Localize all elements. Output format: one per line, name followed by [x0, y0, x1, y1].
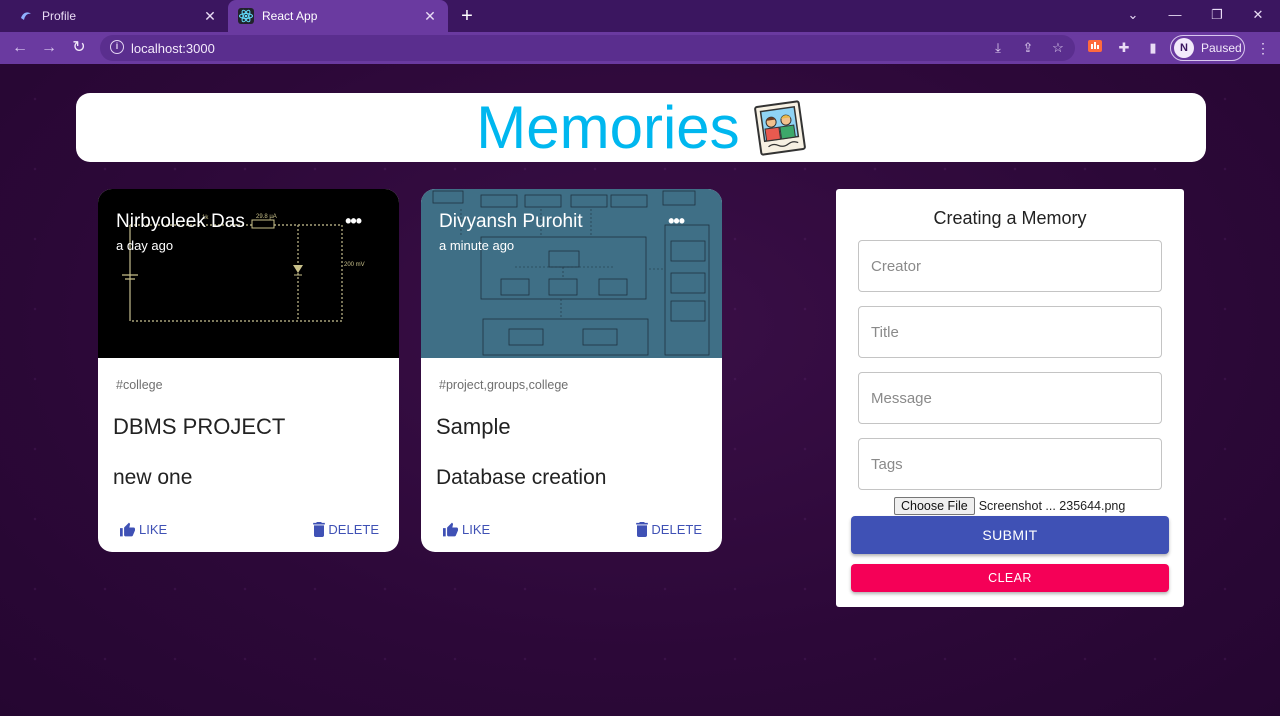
tags-input[interactable]	[859, 439, 1161, 489]
post-creator: Nirbyoleek Das	[116, 211, 245, 232]
delete-label: DELETE	[328, 522, 379, 537]
choose-file-button[interactable]: Choose File	[894, 497, 975, 515]
profile-favicon-icon	[18, 8, 34, 24]
tab-strip: Profile ✕ React App ✕ + ⌄ — ❐ ✕	[0, 0, 1280, 32]
close-window-button[interactable]: ✕	[1238, 0, 1278, 32]
svg-text:29.8 µA: 29.8 µA	[256, 214, 277, 220]
minimize-button[interactable]: —	[1155, 0, 1195, 32]
more-options-icon[interactable]: •••	[345, 211, 362, 232]
page-title: Memories	[476, 94, 740, 161]
delete-label: DELETE	[651, 522, 702, 537]
side-panel-icon[interactable]: ▮	[1143, 38, 1163, 58]
delete-button[interactable]: DELETE	[313, 522, 379, 537]
new-tab-button[interactable]: +	[456, 5, 478, 27]
post-tags: #project,groups,college	[439, 378, 569, 392]
like-label: LIKE	[139, 522, 168, 537]
post-creator: Divyansh Purohit	[439, 211, 583, 232]
extension-icon[interactable]	[1085, 38, 1105, 58]
creator-input[interactable]	[859, 241, 1161, 291]
memory-card: Divyansh Purohit a minute ago ••• #proje…	[421, 189, 722, 552]
page-viewport: Memories 29.8 µA 200 mV 1k Nirbyoleek Da…	[0, 64, 1280, 716]
clear-button[interactable]: CLEAR	[851, 564, 1169, 592]
install-app-icon[interactable]: ⤓	[988, 38, 1008, 58]
card-image: Divyansh Purohit a minute ago •••	[421, 189, 722, 358]
bookmark-star-icon[interactable]: ☆	[1048, 38, 1068, 58]
browser-menu-icon[interactable]: ⋮	[1256, 38, 1270, 58]
close-tab-icon[interactable]: ✕	[422, 8, 438, 24]
tab-search-icon[interactable]: ⌄	[1113, 0, 1153, 32]
profile-status: Paused	[1201, 41, 1242, 55]
post-time: a day ago	[116, 238, 174, 253]
like-label: LIKE	[462, 522, 491, 537]
tab-profile[interactable]: Profile ✕	[8, 0, 228, 32]
close-tab-icon[interactable]: ✕	[202, 8, 218, 24]
react-favicon-icon	[238, 8, 254, 24]
back-icon[interactable]: ←	[9, 37, 31, 59]
title-field[interactable]	[858, 306, 1162, 358]
address-url[interactable]: localhost:3000	[131, 41, 215, 56]
thumb-up-icon	[443, 522, 458, 537]
like-button[interactable]: LIKE	[119, 522, 167, 537]
site-info-icon[interactable]: i	[110, 40, 124, 54]
memories-photo-logo	[753, 99, 806, 156]
file-upload: Choose File Screenshot ... 235644.png	[894, 497, 1125, 515]
tab-title: React App	[262, 9, 318, 23]
post-title: DBMS PROJECT	[113, 414, 286, 439]
forward-icon[interactable]: →	[38, 37, 60, 59]
reload-icon[interactable]: ↻	[68, 37, 90, 59]
app-bar: Memories	[76, 93, 1206, 162]
post-time: a minute ago	[439, 238, 515, 253]
trash-icon	[313, 522, 326, 537]
post-message: Database creation	[436, 466, 607, 489]
trash-icon	[636, 522, 649, 537]
restore-button[interactable]: ❐	[1197, 0, 1237, 32]
file-name: Screenshot ... 235644.png	[978, 499, 1126, 513]
post-tags: #college	[116, 378, 163, 392]
profile-button[interactable]: N Paused	[1170, 35, 1245, 61]
post-title: Sample	[436, 414, 511, 439]
card-image: 29.8 µA 200 mV 1k Nirbyoleek Das a day a…	[98, 189, 399, 358]
extensions-puzzle-icon[interactable]: ✚	[1114, 38, 1134, 58]
create-memory-form: Creating a Memory Choose File Screenshot…	[836, 189, 1184, 607]
avatar: N	[1174, 38, 1194, 58]
message-field[interactable]	[858, 372, 1162, 424]
share-icon[interactable]: ⇪	[1018, 38, 1038, 58]
svg-text:200 mV: 200 mV	[344, 262, 365, 268]
memory-card: 29.8 µA 200 mV 1k Nirbyoleek Das a day a…	[98, 189, 399, 552]
more-options-icon[interactable]: •••	[668, 211, 685, 232]
tab-react-app[interactable]: React App ✕	[228, 0, 448, 32]
tags-field[interactable]	[858, 438, 1162, 490]
delete-button[interactable]: DELETE	[636, 522, 702, 537]
message-input[interactable]	[859, 373, 1161, 423]
title-input[interactable]	[859, 307, 1161, 357]
like-button[interactable]: LIKE	[442, 522, 490, 537]
creator-field[interactable]	[858, 240, 1162, 292]
submit-button[interactable]: SUBMIT	[851, 516, 1169, 554]
thumb-up-icon	[120, 522, 135, 537]
post-message: new one	[113, 466, 193, 489]
form-title: Creating a Memory	[933, 208, 1087, 228]
tab-title: Profile	[42, 9, 77, 23]
address-bar[interactable]: i localhost:3000 ⤓ ⇪ ☆	[100, 35, 1075, 61]
